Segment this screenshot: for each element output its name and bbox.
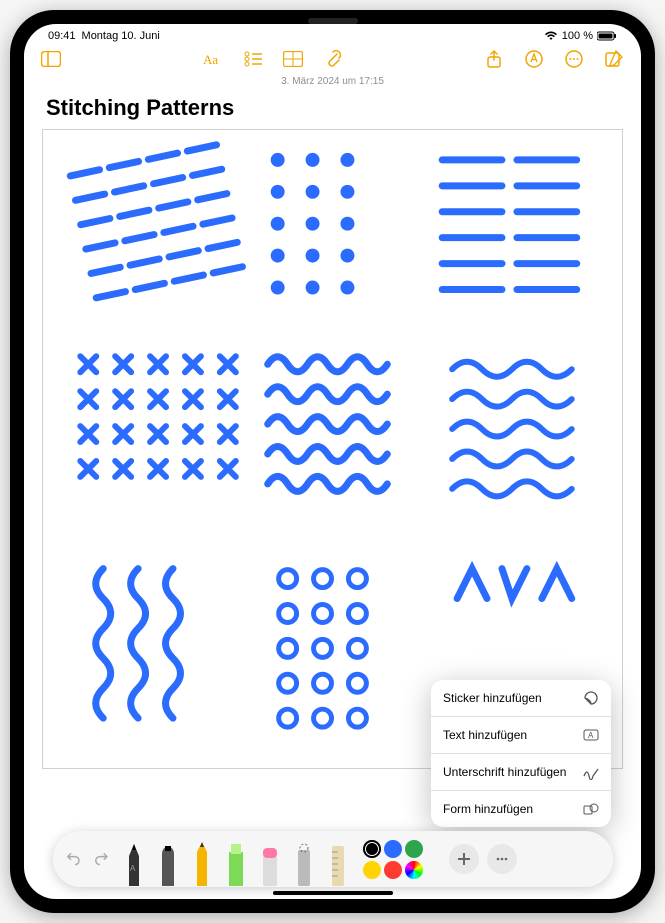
pencil-tool[interactable] [187, 832, 217, 886]
screen: 09:41 Montag 10. Juni 100 % [24, 24, 641, 899]
lasso-tool[interactable] [289, 832, 319, 886]
ruler-tool[interactable] [323, 832, 353, 886]
svg-text:Aa: Aa [203, 52, 218, 67]
ipad-frame: 09:41 Montag 10. Juni 100 % [10, 10, 655, 913]
sidebar-toggle-button[interactable] [40, 48, 62, 70]
eraser-tool[interactable] [255, 832, 285, 886]
status-battery-text: 100 % [562, 30, 593, 42]
markup-button[interactable] [523, 48, 545, 70]
table-button[interactable] [282, 48, 304, 70]
share-button[interactable] [483, 48, 505, 70]
compose-button[interactable] [603, 48, 625, 70]
svg-text:A: A [588, 731, 594, 740]
status-time: 09:41 [48, 30, 76, 42]
highlighter-tool[interactable] [221, 832, 251, 886]
pen-tool[interactable]: A [119, 832, 149, 886]
signature-icon [583, 764, 599, 780]
add-popup-menu: Sticker hinzufügen Text hinzufügen A Unt… [431, 680, 611, 827]
color-swatch-red[interactable] [384, 861, 402, 879]
home-indicator[interactable] [273, 891, 393, 895]
popup-add-shape[interactable]: Form hinzufügen [431, 791, 611, 827]
format-text-button[interactable]: Aa [202, 48, 224, 70]
color-swatch-green[interactable] [405, 840, 423, 858]
popup-add-signature[interactable]: Unterschrift hinzufügen [431, 754, 611, 791]
note-title[interactable]: Stitching Patterns [46, 95, 619, 121]
attachment-button[interactable] [322, 48, 344, 70]
popup-label: Unterschrift hinzufügen [443, 765, 566, 779]
color-palette [363, 840, 441, 879]
popup-label: Text hinzufügen [443, 728, 527, 742]
color-picker-button[interactable] [405, 861, 423, 879]
redo-button[interactable] [91, 847, 115, 871]
checklist-button[interactable] [242, 48, 264, 70]
undo-button[interactable] [63, 847, 87, 871]
status-bar: 09:41 Montag 10. Juni 100 % [24, 24, 641, 44]
color-swatch-yellow[interactable] [363, 861, 381, 879]
popup-add-sticker[interactable]: Sticker hinzufügen [431, 680, 611, 717]
battery-icon [597, 31, 617, 41]
text-box-icon: A [583, 727, 599, 743]
toolbar: Aa [24, 44, 641, 74]
popup-add-text[interactable]: Text hinzufügen A [431, 717, 611, 754]
popup-label: Form hinzufügen [443, 802, 533, 816]
drawing-canvas[interactable] [42, 129, 623, 769]
status-date: Montag 10. Juni [82, 30, 160, 42]
popup-label: Sticker hinzufügen [443, 691, 542, 705]
more-button[interactable] [563, 48, 585, 70]
note-timestamp: 3. März 2024 um 17:15 [24, 76, 641, 87]
dock-more-button[interactable] [487, 844, 517, 874]
add-button[interactable] [449, 844, 479, 874]
drawing-content [43, 130, 622, 768]
sticker-icon [583, 690, 599, 706]
shapes-icon [583, 801, 599, 817]
svg-text:A: A [130, 864, 136, 873]
wifi-icon [544, 31, 558, 41]
markup-tool-dock: A [53, 831, 613, 887]
marker-tool[interactable] [153, 832, 183, 886]
color-swatch-black[interactable] [363, 840, 381, 858]
color-swatch-blue[interactable] [384, 840, 402, 858]
